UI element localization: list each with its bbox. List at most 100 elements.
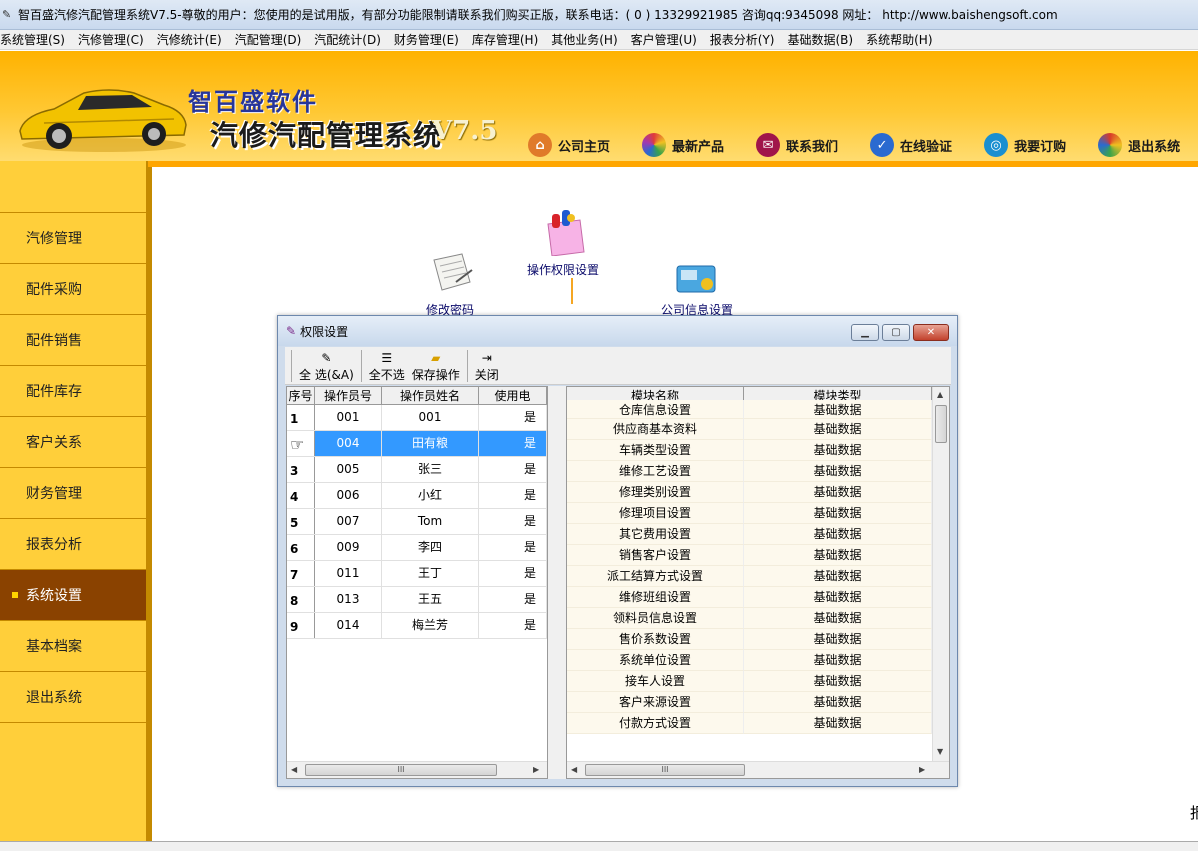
- nav-contact[interactable]: ✉ 联系我们: [756, 133, 838, 157]
- maximize-button[interactable]: ▢: [882, 324, 910, 341]
- menu-bar: 系统管理(S) 汽修管理(C) 汽修统计(E) 汽配管理(D) 汽配统计(D) …: [0, 30, 1198, 50]
- nav-products-label: 最新产品: [672, 139, 725, 155]
- list-item[interactable]: 领料员信息设置 基础数据: [567, 608, 949, 629]
- sidebar-item-reports[interactable]: 报表分析: [0, 519, 146, 570]
- menu-basedata[interactable]: 基础数据(B): [788, 31, 860, 48]
- operator-hscrollbar[interactable]: ◀ III ▶: [287, 761, 547, 778]
- nav-order[interactable]: ◎ 我要订购: [984, 133, 1066, 157]
- module-hscrollbar[interactable]: ◀ III ▶: [567, 761, 949, 778]
- sidebar-item-finance[interactable]: 财务管理: [0, 468, 146, 519]
- table-row[interactable]: 1 001 001 是: [287, 405, 547, 431]
- table-row[interactable]: 7 011 王丁 是: [287, 561, 547, 587]
- menu-help[interactable]: 系统帮助(H): [866, 31, 938, 48]
- operator-grid: 序号 操作员号 操作员姓名 使用电 1 001 001 是 ☞ 004 田有粮 …: [286, 386, 548, 779]
- scroll-left-icon[interactable]: ◀: [291, 765, 297, 774]
- list-item[interactable]: 接车人设置 基础数据: [567, 671, 949, 692]
- grid-splitter[interactable]: [548, 386, 566, 779]
- close-button[interactable]: ⇥ 关闭: [475, 350, 499, 384]
- select-all-button[interactable]: ✎ 全 选(&A): [299, 350, 354, 384]
- table-row[interactable]: 5 007 Tom 是: [287, 509, 547, 535]
- select-none-label: 全不选: [368, 368, 405, 382]
- list-item[interactable]: 系统单位设置 基础数据: [567, 650, 949, 671]
- menu-system[interactable]: 系统管理(S): [0, 31, 71, 48]
- scroll-right-icon[interactable]: ▶: [533, 765, 539, 774]
- col-operator-name[interactable]: 操作员姓名: [382, 387, 479, 404]
- menu-repair-stats[interactable]: 汽修统计(E): [157, 31, 228, 48]
- nav-products[interactable]: 最新产品: [642, 133, 724, 157]
- list-item[interactable]: 销售客户设置 基础数据: [567, 545, 949, 566]
- list-item[interactable]: 付款方式设置 基础数据: [567, 713, 949, 734]
- arrow-icon: [571, 278, 573, 304]
- list-item[interactable]: 车辆类型设置 基础数据: [567, 440, 949, 461]
- operator-grid-header: 序号 操作员号 操作员姓名 使用电: [287, 387, 547, 405]
- scroll-right-icon[interactable]: ▶: [919, 765, 925, 774]
- menu-other[interactable]: 其他业务(H): [551, 31, 623, 48]
- toolbar-separator: [291, 350, 292, 382]
- colorwheel-icon: [642, 133, 667, 157]
- minimize-button[interactable]: ▁: [851, 324, 879, 341]
- table-row[interactable]: 8 013 王五 是: [287, 587, 547, 613]
- dialog-toolbar: ✎ 全 选(&A) ☰ 全不选 ▰ 保存操作 ⇥ 关闭: [285, 347, 951, 385]
- sidebar-item-sales[interactable]: 配件销售: [0, 315, 146, 366]
- nav-home-label: 公司主页: [558, 139, 611, 155]
- module-hscroll-thumb[interactable]: III: [585, 764, 745, 776]
- module-vscrollbar[interactable]: ▲ ▼: [932, 387, 949, 761]
- list-item[interactable]: 供应商基本资料 基础数据: [567, 419, 949, 440]
- table-row[interactable]: 6 009 李四 是: [287, 535, 547, 561]
- top-nav: ⌂ 公司主页 最新产品 ✉ 联系我们 ✓ 在线验证 ◎ 我要订购 退出系统: [528, 131, 1180, 159]
- operator-hscroll-thumb[interactable]: III: [305, 764, 497, 776]
- menu-reports[interactable]: 报表分析(Y): [710, 31, 781, 48]
- sidebar-item-archives[interactable]: 基本档案: [0, 621, 146, 672]
- list-item[interactable]: 仓库信息设置 基础数据: [567, 400, 949, 419]
- list-item[interactable]: 维修工艺设置 基础数据: [567, 461, 949, 482]
- close-label: 关闭: [474, 368, 499, 382]
- sidebar-item-repair[interactable]: 汽修管理: [0, 213, 146, 264]
- nav-verify[interactable]: ✓ 在线验证: [870, 133, 952, 157]
- nav-exit[interactable]: 退出系统: [1098, 133, 1180, 157]
- select-none-button[interactable]: ☰ 全不选: [369, 350, 405, 384]
- list-item[interactable]: 维修班组设置 基础数据: [567, 587, 949, 608]
- menu-finance[interactable]: 财务管理(E): [394, 31, 465, 48]
- save-label: 保存操作: [411, 368, 460, 382]
- table-row[interactable]: 4 006 小红 是: [287, 483, 547, 509]
- list-item[interactable]: 其它费用设置 基础数据: [567, 524, 949, 545]
- table-row[interactable]: 9 014 梅兰芳 是: [287, 613, 547, 639]
- home-icon: ⌂: [528, 133, 552, 157]
- col-seq[interactable]: 序号: [287, 387, 315, 404]
- sidebar-item-settings[interactable]: 系统设置: [0, 570, 146, 621]
- table-row[interactable]: 3 005 张三 是: [287, 457, 547, 483]
- scroll-left-icon[interactable]: ◀: [571, 765, 577, 774]
- sidebar-item-stock[interactable]: 配件库存: [0, 366, 146, 417]
- car-logo-icon: [19, 89, 187, 152]
- change-password-shortcut[interactable]: 修改密码: [426, 252, 474, 318]
- list-item[interactable]: 客户来源设置 基础数据: [567, 692, 949, 713]
- sidebar-item-purchase[interactable]: 配件采购: [0, 264, 146, 315]
- menu-repair[interactable]: 汽修管理(C): [78, 31, 150, 48]
- company-info-shortcut[interactable]: 公司信息设置: [661, 262, 733, 318]
- save-button[interactable]: ▰ 保存操作: [412, 350, 460, 384]
- list-item[interactable]: 售价系数设置 基础数据: [567, 629, 949, 650]
- list-item[interactable]: 修理类别设置 基础数据: [567, 482, 949, 503]
- scroll-down-icon[interactable]: ▼: [937, 747, 943, 756]
- module-vscroll-thumb[interactable]: [935, 405, 947, 443]
- menu-parts[interactable]: 汽配管理(D): [235, 31, 308, 48]
- perm-settings-shortcut[interactable]: 操作权限设置: [527, 208, 599, 278]
- row-pointer-hand-icon: ☞: [290, 435, 305, 454]
- list-item[interactable]: 修理项目设置 基础数据: [567, 503, 949, 524]
- col-operator-id[interactable]: 操作员号: [315, 387, 382, 404]
- save-folder-icon: ▰: [431, 351, 441, 365]
- dialog-app-icon: ✎: [286, 324, 297, 338]
- sidebar-item-exit[interactable]: 退出系统: [0, 672, 146, 723]
- menu-customer[interactable]: 客户管理(U): [631, 31, 703, 48]
- perm-settings-label: 操作权限设置: [527, 263, 600, 277]
- menu-parts-stats[interactable]: 汽配统计(D): [314, 31, 387, 48]
- nav-home[interactable]: ⌂ 公司主页: [528, 133, 610, 157]
- list-item[interactable]: 派工结算方式设置 基础数据: [567, 566, 949, 587]
- col-use[interactable]: 使用电: [479, 387, 547, 404]
- table-row[interactable]: ☞ 004 田有粮 是: [287, 431, 547, 457]
- close-window-button[interactable]: ✕: [913, 324, 949, 341]
- menu-inventory[interactable]: 库存管理(H): [472, 31, 544, 48]
- scroll-up-icon[interactable]: ▲: [937, 390, 943, 399]
- brand-product: 汽修汽配管理系统: [210, 119, 443, 152]
- sidebar-item-crm[interactable]: 客户关系: [0, 417, 146, 468]
